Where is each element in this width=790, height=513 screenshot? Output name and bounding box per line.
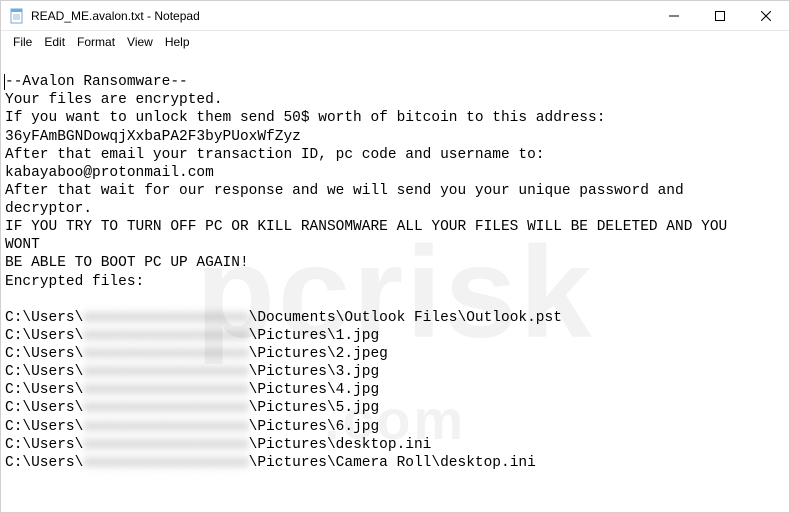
file-line: C:\Users\xxxxxxxxxxxxxxxxxxx\Pictures\6.… bbox=[5, 419, 379, 435]
note-line: After that email your transaction ID, pc… bbox=[5, 147, 545, 163]
menu-format[interactable]: Format bbox=[71, 33, 121, 51]
redacted-username: xxxxxxxxxxxxxxxxxxx bbox=[83, 382, 248, 398]
note-line: WONT bbox=[5, 237, 40, 253]
note-line: 36yFAmBGNDowqjXxbaPA2F3byPUoxWfZyz bbox=[5, 129, 301, 145]
note-line: Encrypted files: bbox=[5, 274, 144, 290]
note-line: decryptor. bbox=[5, 201, 92, 217]
file-line: C:\Users\xxxxxxxxxxxxxxxxxxx\Documents\O… bbox=[5, 310, 562, 326]
file-line: C:\Users\xxxxxxxxxxxxxxxxxxx\Pictures\Ca… bbox=[5, 455, 536, 471]
titlebar: READ_ME.avalon.txt - Notepad bbox=[1, 1, 789, 31]
note-line: Your files are encrypted. bbox=[5, 92, 223, 108]
redacted-username: xxxxxxxxxxxxxxxxxxx bbox=[83, 346, 248, 362]
file-line: C:\Users\xxxxxxxxxxxxxxxxxxx\Pictures\3.… bbox=[5, 364, 379, 380]
menubar: File Edit Format View Help bbox=[1, 31, 789, 53]
note-line: After that wait for our response and we … bbox=[5, 183, 684, 199]
menu-edit[interactable]: Edit bbox=[38, 33, 71, 51]
file-line: C:\Users\xxxxxxxxxxxxxxxxxxx\Pictures\2.… bbox=[5, 346, 388, 362]
redacted-username: xxxxxxxxxxxxxxxxxxx bbox=[83, 455, 248, 471]
window-controls bbox=[651, 1, 789, 30]
redacted-username: xxxxxxxxxxxxxxxxxxx bbox=[83, 437, 248, 453]
maximize-button[interactable] bbox=[697, 1, 743, 30]
menu-help[interactable]: Help bbox=[159, 33, 196, 51]
redacted-username: xxxxxxxxxxxxxxxxxxx bbox=[83, 328, 248, 344]
note-line: If you want to unlock them send 50$ wort… bbox=[5, 110, 605, 126]
file-line: C:\Users\xxxxxxxxxxxxxxxxxxx\Pictures\4.… bbox=[5, 382, 379, 398]
window-title: READ_ME.avalon.txt - Notepad bbox=[31, 9, 651, 23]
note-line: --Avalon Ransomware-- bbox=[5, 74, 188, 90]
text-area[interactable]: --Avalon Ransomware-- Your files are enc… bbox=[1, 53, 789, 512]
notepad-icon bbox=[9, 8, 25, 24]
close-button[interactable] bbox=[743, 1, 789, 30]
note-line: BE ABLE TO BOOT PC UP AGAIN! bbox=[5, 255, 249, 271]
file-line: C:\Users\xxxxxxxxxxxxxxxxxxx\Pictures\1.… bbox=[5, 328, 379, 344]
menu-view[interactable]: View bbox=[121, 33, 159, 51]
redacted-username: xxxxxxxxxxxxxxxxxxx bbox=[83, 419, 248, 435]
note-line: IF YOU TRY TO TURN OFF PC OR KILL RANSOM… bbox=[5, 219, 727, 235]
menu-file[interactable]: File bbox=[7, 33, 38, 51]
redacted-username: xxxxxxxxxxxxxxxxxxx bbox=[83, 310, 248, 326]
redacted-username: xxxxxxxxxxxxxxxxxxx bbox=[83, 364, 248, 380]
note-line: kabayaboo@protonmail.com bbox=[5, 165, 214, 181]
redacted-username: xxxxxxxxxxxxxxxxxxx bbox=[83, 400, 248, 416]
file-line: C:\Users\xxxxxxxxxxxxxxxxxxx\Pictures\de… bbox=[5, 437, 431, 453]
file-line: C:\Users\xxxxxxxxxxxxxxxxxxx\Pictures\5.… bbox=[5, 400, 379, 416]
minimize-button[interactable] bbox=[651, 1, 697, 30]
